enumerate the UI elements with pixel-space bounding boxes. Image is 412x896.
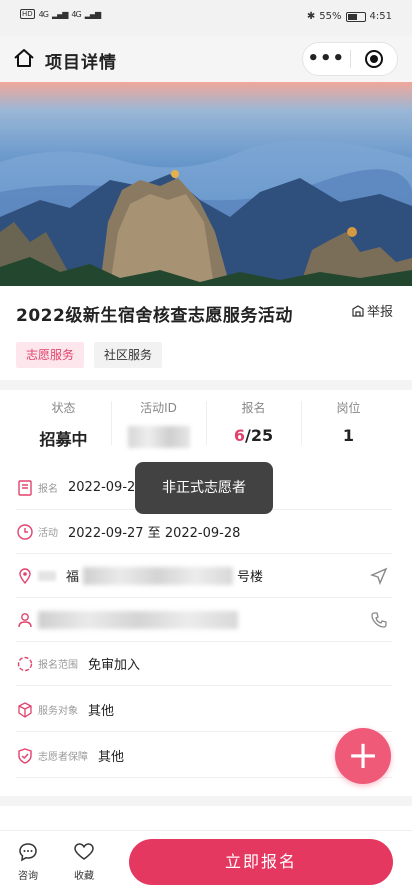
service-target-row: 服务对象 其他 [16,688,392,732]
redacted-contact [38,610,238,629]
battery-percent: 55% [319,11,342,22]
ellipsis-icon: ••• [307,48,345,69]
location-row[interactable]: 福 号楼 [16,554,392,598]
stat-activity-id: 活动ID [111,395,206,455]
battery-icon [345,11,366,22]
redacted-address [83,566,234,585]
tag-community-service: 社区服务 [94,342,163,368]
location-pin-icon [19,567,31,584]
favorite-button[interactable]: 收藏 [64,841,104,882]
person-icon [18,612,32,627]
page-title: 项目详情 [45,53,117,73]
signup-time-label: 报名 [38,484,58,495]
stat-signup-label: 报名 [241,401,266,415]
heart-icon [74,843,94,860]
more-button[interactable]: ••• [303,43,350,75]
activity-time-row: 活动 2022-09-27 至 2022-09-28 [16,510,392,554]
report-label: 举报 [366,305,393,320]
cube-icon [18,701,32,718]
stat-status: 状态 招募中 [16,395,111,455]
hd-badge: HD [20,9,35,19]
signal-bars-icon-2: ▂▄▆ [84,9,102,19]
mini-program-capsule: ••• [302,42,398,76]
stat-status-label: 状态 [51,401,76,415]
signup-time-value: 2022-09-2 [68,480,136,495]
stat-signup: 报名 6/25 [206,395,301,455]
service-target-label: 服务对象 [38,706,78,717]
close-button[interactable] [351,43,398,75]
location-label-redacted [38,570,56,581]
chat-bubble-icon [19,843,37,862]
signup-form-icon [18,479,32,496]
project-title: 2022级新生宿舍核查志愿服务活动 [16,306,293,326]
stat-signup-value: 6/25 [206,426,301,445]
section-divider-bottom [0,796,412,806]
section-divider [0,380,412,390]
signup-scope-value: 免审加入 [88,658,141,673]
bottom-action-bar: 咨询 收藏 立即报名 [0,830,412,896]
clock: 4:51 [369,11,392,22]
stat-positions-value: 1 [342,426,355,445]
plus-icon: + [347,733,379,777]
signup-scope-row: 报名范围 免审加入 [16,642,392,686]
contact-row[interactable] [16,598,392,642]
consult-label: 咨询 [18,871,38,882]
volunteer-guarantee-value: 其他 [98,750,125,765]
signup-now-button[interactable]: 立即报名 [129,839,393,885]
stats-panel: 状态 招募中 活动ID 报名 6/25 岗位 1 [16,395,396,455]
stat-positions: 岗位 1 [301,395,396,455]
clock-icon [17,523,33,540]
scope-icon [17,656,33,671]
stat-activity-id-value [111,426,206,448]
navigation-bar: 项目详情 ••• [0,36,412,82]
target-icon [364,50,383,68]
volunteer-guarantee-label: 志愿者保障 [38,752,88,763]
phone-icon[interactable] [370,611,388,629]
location-value-suffix: 号楼 [237,570,264,585]
home-icon[interactable] [13,47,35,69]
status-bar: HD 4G ▂▄▆ 4G ▂▄▆ ✱ 55% 4:51 [0,0,412,36]
stat-activity-id-label: 活动ID [140,401,177,415]
stat-positions-label: 岗位 [336,401,361,415]
consult-button[interactable]: 咨询 [8,841,48,882]
favorite-label: 收藏 [74,871,94,882]
shield-icon [18,747,32,764]
redacted-id [127,426,190,448]
report-button[interactable]: 举报 [351,301,393,320]
signup-current: 6 [233,426,246,445]
signup-total: /25 [245,426,274,445]
tag-list: 志愿服务 社区服务 [16,342,163,368]
activity-time-label: 活动 [38,528,58,539]
activity-time-value: 2022-09-27 至 2022-09-28 [68,526,241,541]
signal-bars-icon: ▂▄▆ [51,9,69,19]
signup-scope-label: 报名范围 [38,660,78,671]
add-fab-button[interactable]: + [335,728,391,784]
stat-status-value: 招募中 [39,430,88,449]
tag-volunteer-service: 志愿服务 [16,342,85,368]
report-icon [352,304,364,317]
signal-label-2: 4G [71,9,81,19]
signal-label: 4G [38,9,49,19]
service-target-value: 其他 [88,704,115,719]
navigate-icon[interactable] [370,567,388,585]
banner-image [0,82,412,286]
location-value-prefix: 福 [66,570,80,585]
toast-message: 非正式志愿者 [135,462,273,514]
bluetooth-icon: ✱ [306,11,316,22]
